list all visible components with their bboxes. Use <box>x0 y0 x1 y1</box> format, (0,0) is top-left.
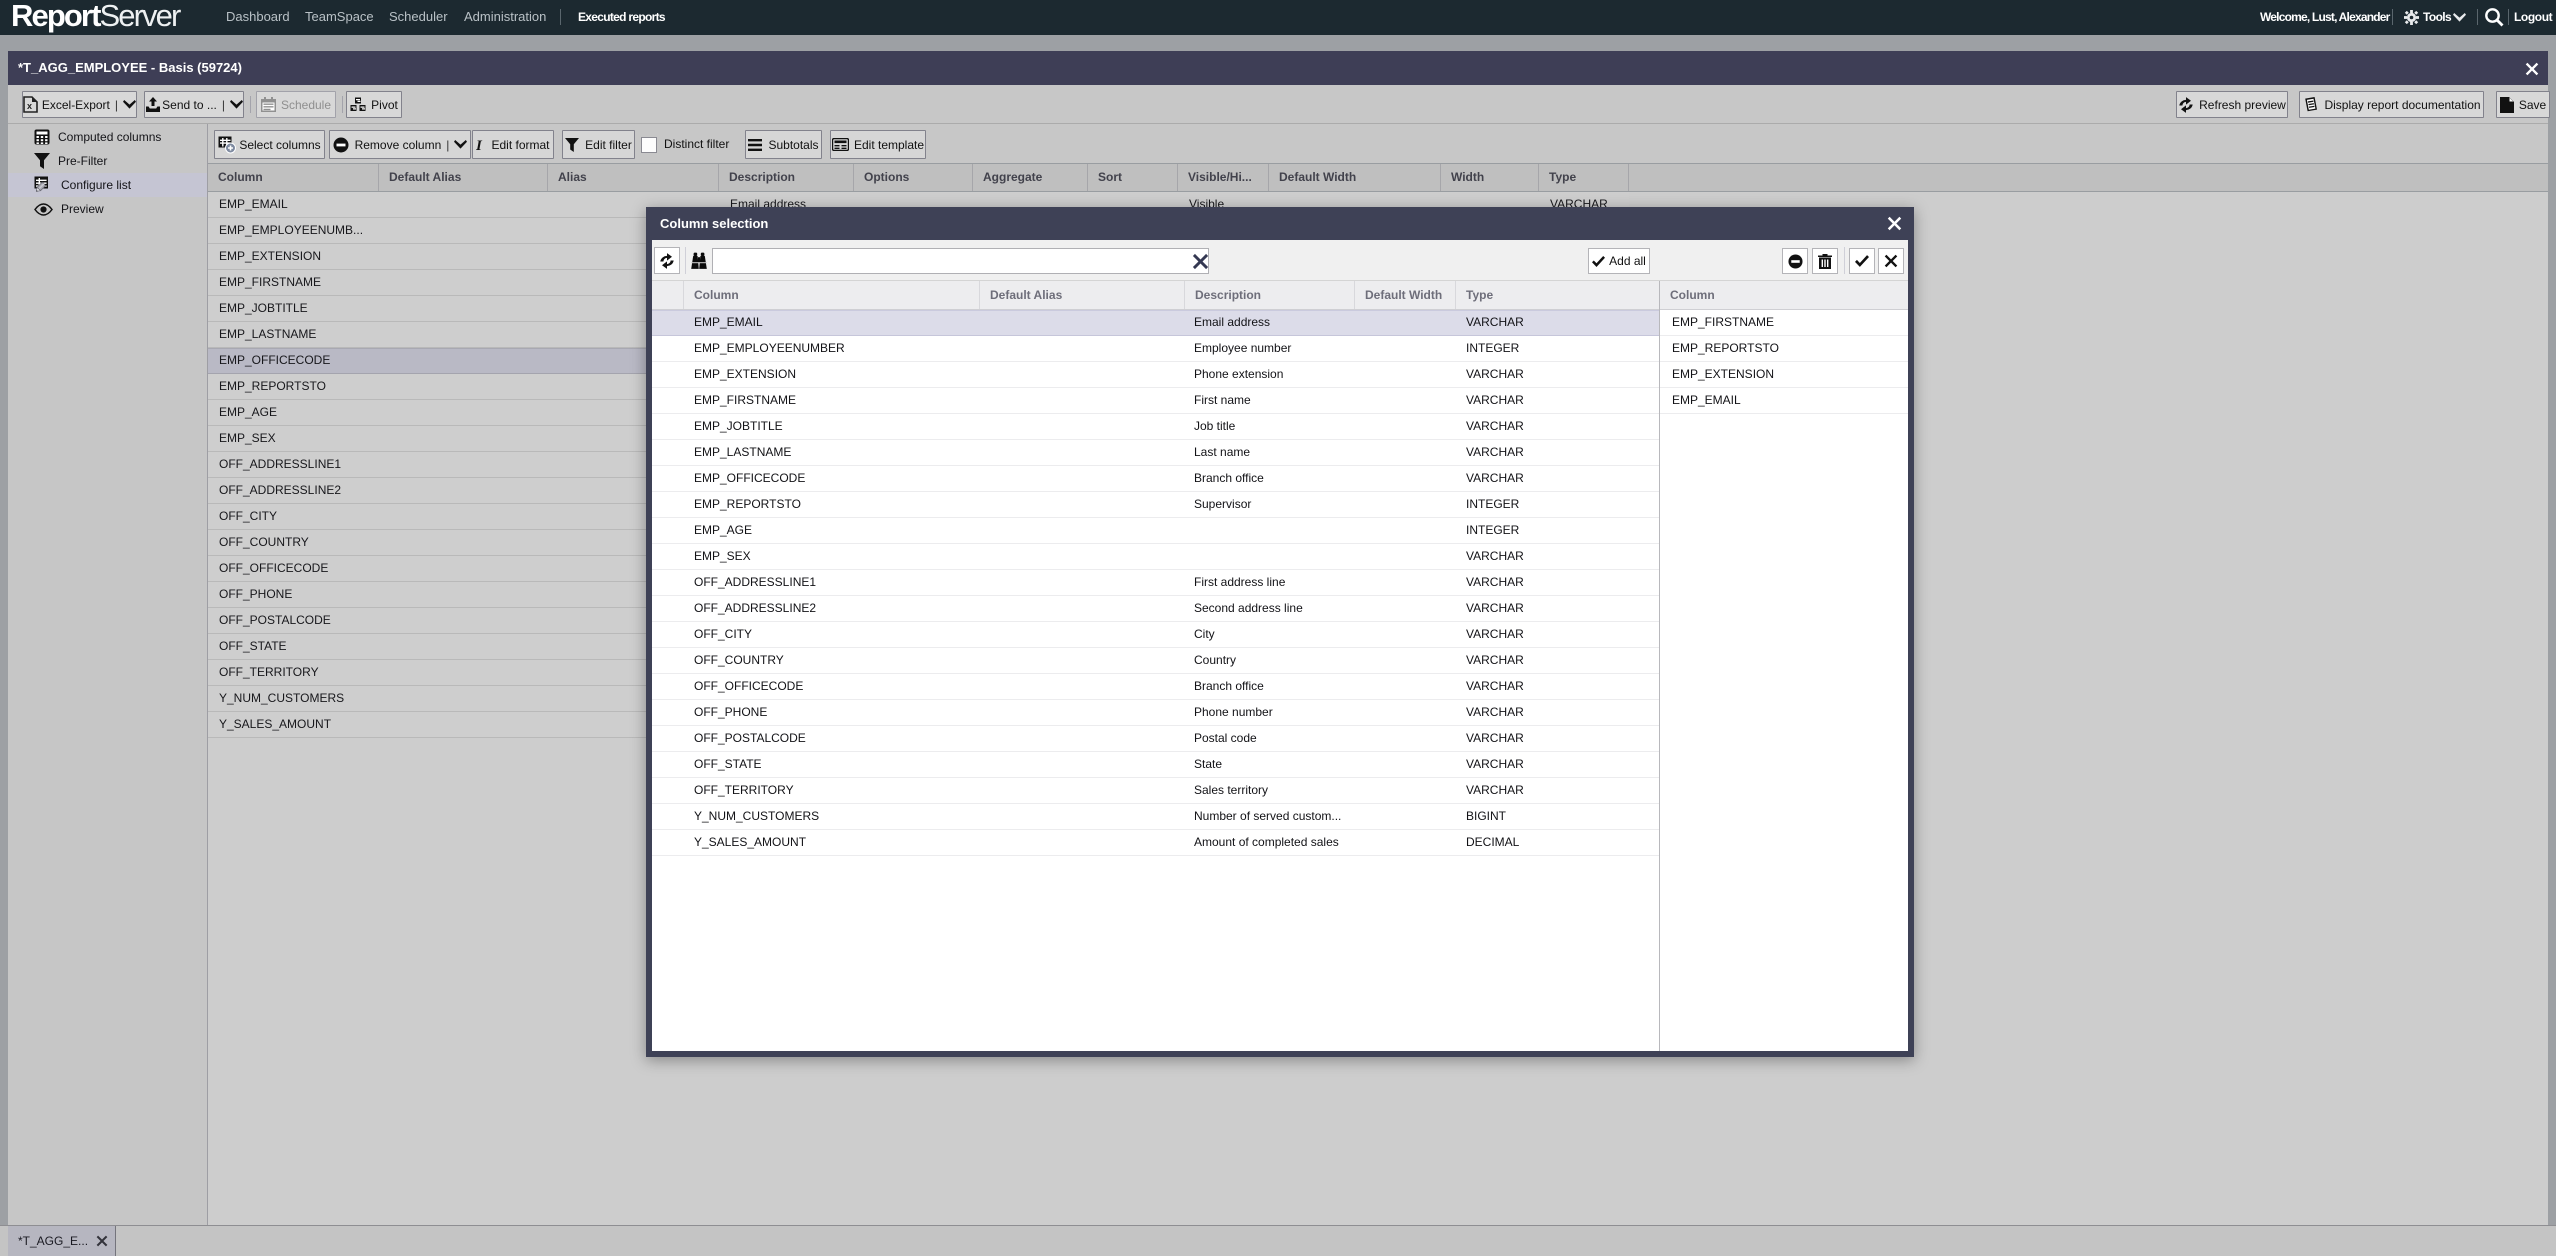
svg-text:I: I <box>476 138 483 152</box>
svg-text:x: x <box>27 101 32 111</box>
